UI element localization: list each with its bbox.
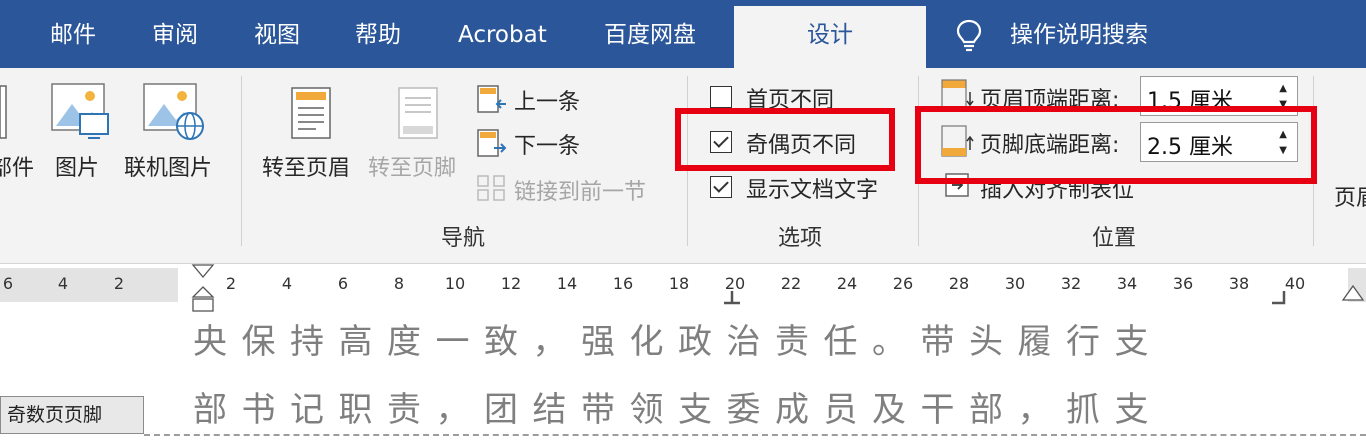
ruler-tick: 2	[113, 274, 125, 293]
ruler-tick: 4	[281, 274, 293, 293]
close-header-footer-partial[interactable]: 页眉	[1334, 180, 1366, 212]
tab-review[interactable]: 审阅	[152, 0, 198, 68]
right-tab-marker-icon[interactable]	[1270, 290, 1290, 309]
quick-parts-icon	[0, 84, 8, 144]
ribbon-tab-bar: 邮件 审阅 视图 帮助 Acrobat 百度网盘 设计 操作说明搜索	[0, 0, 1366, 68]
ruler-left-margin	[0, 268, 178, 302]
ruler-tick: 14	[556, 274, 578, 293]
ruler-tick: 16	[612, 274, 634, 293]
ruler-tick: 8	[393, 274, 405, 293]
document-text-line[interactable]: 央保持高度一致，强化政治责任。带头履行支	[193, 314, 1163, 363]
next-button[interactable]: 下一条	[514, 128, 580, 160]
footer-boundary-line	[144, 434, 1366, 436]
ruler-tick: 26	[892, 274, 914, 293]
tab-mailings[interactable]: 邮件	[50, 0, 96, 68]
ruler-tick: 32	[1060, 274, 1082, 293]
goto-header-icon[interactable]	[288, 84, 334, 146]
ruler-tick: 2	[225, 274, 237, 293]
position-group-label: 位置	[1092, 226, 1137, 251]
center-tab-marker-icon[interactable]	[722, 290, 742, 309]
online-picture-button[interactable]: 联机图片	[124, 150, 212, 182]
ruler-tick: 4	[57, 274, 69, 293]
highlight-footer-distance-box	[915, 106, 1317, 184]
ruler-tick: 18	[668, 274, 690, 293]
lightbulb-icon	[955, 18, 983, 56]
tell-me-search[interactable]: 操作说明搜索	[1010, 0, 1148, 68]
ruler-tick: 36	[1172, 274, 1194, 293]
ruler-tick: 34	[1116, 274, 1138, 293]
previous-section-icon[interactable]	[476, 84, 508, 118]
ruler-tick: 12	[500, 274, 522, 293]
highlight-odd-even-box	[675, 108, 895, 171]
ruler-tick: 22	[780, 274, 802, 293]
ruler-tick: 28	[948, 274, 970, 293]
ruler-tick: 24	[836, 274, 858, 293]
previous-button[interactable]: 上一条	[514, 84, 580, 116]
picture-icon[interactable]	[50, 82, 112, 146]
ruler-tick: 38	[1228, 274, 1250, 293]
tab-view[interactable]: 视图	[254, 0, 300, 68]
document-text-line[interactable]: 部书记职责，团结带领支委成员及干部，抓支	[193, 382, 1163, 431]
link-to-previous-icon	[476, 174, 508, 208]
first-line-indent-marker-icon[interactable]	[191, 264, 215, 318]
horizontal-ruler[interactable]: 6 4 2 2 4 6 8 10 12 14 16 18 20 22 24 26…	[0, 264, 1366, 314]
group-separator	[241, 76, 242, 246]
ruler-tick: 10	[444, 274, 466, 293]
tab-help[interactable]: 帮助	[355, 0, 401, 68]
tab-acrobat[interactable]: Acrobat	[458, 0, 547, 68]
quick-parts-label[interactable]: 部件	[0, 150, 34, 182]
document-area[interactable]: 央保持高度一致，强化政治责任。带头履行支 部书记职责，团结带领支委成员及干部，抓…	[0, 314, 1366, 442]
link-to-previous-button: 链接到前一节	[514, 180, 647, 205]
online-picture-icon[interactable]	[142, 82, 206, 146]
right-indent-marker-icon[interactable]	[1341, 284, 1365, 308]
show-document-text-label[interactable]: 显示文档文字	[746, 172, 878, 204]
tab-baidu-netdisk[interactable]: 百度网盘	[604, 0, 696, 68]
ruler-tick: 30	[1004, 274, 1026, 293]
ruler-tick: 6	[337, 274, 349, 293]
next-section-icon[interactable]	[476, 128, 508, 162]
picture-button[interactable]: 图片	[55, 150, 99, 182]
goto-header-button[interactable]: 转至页眉	[262, 150, 350, 182]
tab-design[interactable]: 设计	[734, 6, 926, 68]
show-document-text-checkbox[interactable]	[710, 176, 732, 198]
odd-page-footer-tag: 奇数页页脚	[0, 396, 144, 434]
different-first-page-checkbox[interactable]	[710, 86, 732, 108]
options-group-label: 选项	[778, 226, 823, 251]
goto-footer-button: 转至页脚	[368, 156, 457, 181]
goto-footer-icon	[395, 84, 441, 146]
ribbon-panel: 部件 图片 联机图片 转至页眉 转至页脚 上一条 下一条 链接到前一节 导航 首…	[0, 68, 1366, 264]
ruler-tick: 6	[2, 274, 14, 293]
spin-up-icon[interactable]: ▲	[1279, 83, 1287, 94]
navigation-group-label: 导航	[441, 226, 486, 251]
